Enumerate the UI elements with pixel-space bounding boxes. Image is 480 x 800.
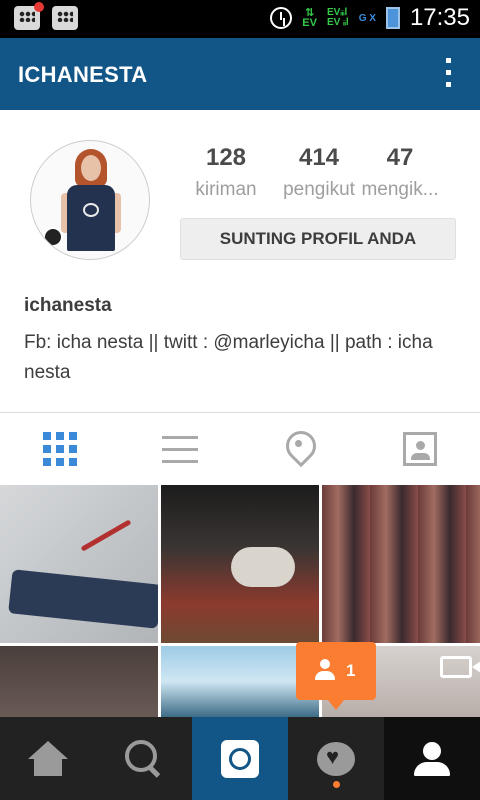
profile-stats: 128 kiriman 414 pengikut 47 mengik... [186,143,446,213]
person-icon [314,659,336,681]
location-pin-icon [285,431,315,467]
profile-bio: Fb: icha nesta || twitt : @marleyicha ||… [24,332,433,383]
edit-profile-button[interactable]: SUNTING PROFIL ANDA [180,218,456,260]
avatar-badge-icon [43,227,63,247]
photo-grid [0,485,480,717]
nav-home[interactable] [0,717,96,800]
gps-icon: G X [358,12,376,24]
nav-profile[interactable] [384,717,480,800]
profile-view-tabs [0,413,480,485]
posts-count[interactable]: 128 kiriman [178,143,274,201]
following-count[interactable]: 47 mengik... [352,143,448,201]
page-title: ICHANESTA [18,62,148,87]
following-count-label: mengik... [361,179,439,200]
profile-icon [414,741,450,776]
more-options-icon[interactable] [444,58,452,90]
photo-thumbnail[interactable] [0,646,158,717]
tagged-photos-icon [403,432,437,466]
nav-camera[interactable] [192,717,288,800]
photo-thumbnail[interactable] [0,485,158,643]
video-icon [440,656,480,678]
posts-count-value: 128 [205,144,247,171]
nav-search[interactable] [96,717,192,800]
photo-thumbnail[interactable] [161,485,319,643]
new-follower-notification[interactable]: 1 [296,642,376,710]
profile-username: ichanesta [24,295,112,316]
activity-indicator-dot [333,781,340,788]
tab-list[interactable] [120,413,240,485]
notification-count: 1 [346,661,356,680]
grid-icon [43,432,77,466]
nav-activity[interactable] [288,717,384,800]
activity-icon [317,741,355,776]
photo-thumbnail[interactable] [322,485,480,643]
alarm-icon [270,7,293,29]
camera-icon [221,739,259,778]
search-icon [125,739,163,778]
app-header: ICHANESTA [0,38,480,110]
avatar[interactable] [30,140,150,260]
tab-map[interactable] [240,413,360,485]
list-icon [162,427,198,472]
bottom-navigation [0,717,480,800]
status-bar: ⇅ EV EVᵢᵢᵢl EV ᵢᵢl G X 17:35 [0,0,480,38]
battery-icon [385,7,400,29]
status-bar-system: ⇅ EV EVᵢᵢᵢl EV ᵢᵢl G X 17:35 [270,4,470,32]
data-transfer-icon: ⇅ EV [302,7,317,29]
tab-tagged[interactable] [360,413,480,485]
status-bar-notifications [14,2,78,30]
clock: 17:35 [409,4,470,31]
bbm-notification-icon [14,2,44,30]
bbm-icon [52,6,78,30]
home-icon [28,740,68,777]
signal-icon: EVᵢᵢᵢl EV ᵢᵢl [326,7,349,28]
tab-grid[interactable] [0,413,120,485]
following-count-value: 47 [386,144,414,171]
posts-count-label: kiriman [195,179,257,200]
